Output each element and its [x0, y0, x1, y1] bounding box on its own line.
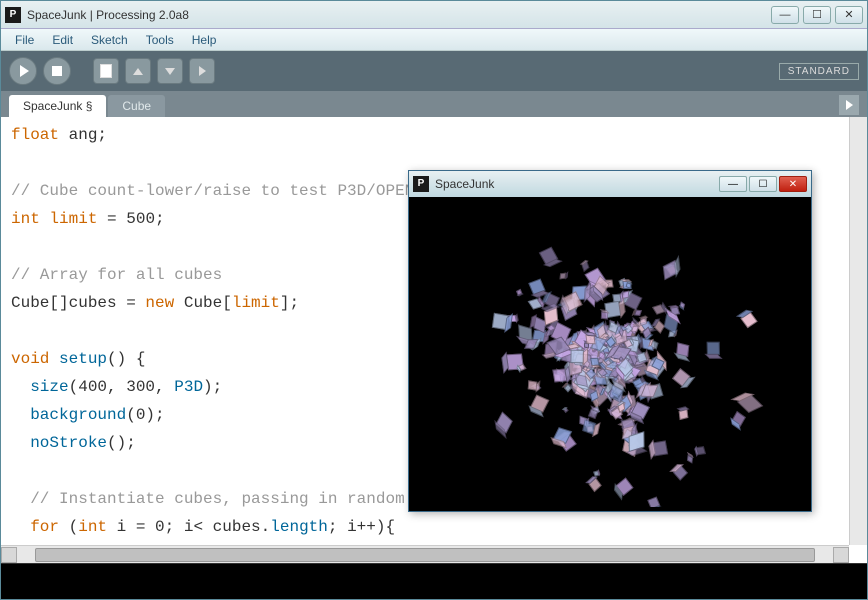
menu-file[interactable]: File — [7, 31, 42, 49]
menubar: File Edit Sketch Tools Help — [1, 29, 867, 51]
toolbar: STANDARD — [1, 51, 867, 91]
arrow-down-icon — [165, 68, 175, 75]
sketch-canvas — [413, 201, 807, 507]
document-icon — [100, 64, 112, 78]
export-button[interactable] — [189, 58, 215, 84]
close-button[interactable]: ✕ — [835, 6, 863, 24]
new-button[interactable] — [93, 58, 119, 84]
run-button[interactable] — [9, 57, 37, 85]
scroll-right-button[interactable] — [833, 547, 849, 563]
scroll-thumb[interactable] — [35, 548, 815, 562]
app-icon: P — [5, 7, 21, 23]
play-icon — [20, 65, 29, 77]
sketch-output-window[interactable]: P SpaceJunk — ☐ ✕ — [408, 170, 812, 512]
window-controls: — ☐ ✕ — [771, 6, 863, 24]
output-app-icon: P — [413, 176, 429, 192]
horizontal-scrollbar[interactable] — [1, 545, 849, 563]
scroll-left-button[interactable] — [1, 547, 17, 563]
menu-tools[interactable]: Tools — [138, 31, 182, 49]
tab-menu-button[interactable] — [839, 95, 859, 115]
menu-help[interactable]: Help — [184, 31, 225, 49]
vertical-scrollbar[interactable] — [849, 117, 867, 545]
arrow-right-icon — [199, 66, 206, 76]
save-button[interactable] — [157, 58, 183, 84]
output-window-controls: — ☐ ✕ — [719, 176, 807, 192]
output-close-button[interactable]: ✕ — [779, 176, 807, 192]
stop-button[interactable] — [43, 57, 71, 85]
maximize-button[interactable]: ☐ — [803, 6, 831, 24]
titlebar[interactable]: P SpaceJunk | Processing 2.0a8 — ☐ ✕ — [1, 1, 867, 29]
chevron-right-icon — [846, 100, 853, 110]
mode-selector[interactable]: STANDARD — [779, 63, 859, 80]
menu-edit[interactable]: Edit — [44, 31, 81, 49]
menu-sketch[interactable]: Sketch — [83, 31, 136, 49]
tab-bar: SpaceJunk § Cube — [1, 91, 867, 117]
tab-spacejunk[interactable]: SpaceJunk § — [9, 95, 106, 117]
console-panel — [1, 563, 867, 599]
output-maximize-button[interactable]: ☐ — [749, 176, 777, 192]
output-titlebar[interactable]: P SpaceJunk — ☐ ✕ — [409, 171, 811, 197]
window-title: SpaceJunk | Processing 2.0a8 — [27, 8, 771, 22]
minimize-button[interactable]: — — [771, 6, 799, 24]
open-button[interactable] — [125, 58, 151, 84]
output-window-title: SpaceJunk — [435, 177, 719, 191]
output-minimize-button[interactable]: — — [719, 176, 747, 192]
tab-cube[interactable]: Cube — [108, 95, 165, 117]
stop-icon — [52, 66, 62, 76]
arrow-up-icon — [133, 68, 143, 75]
